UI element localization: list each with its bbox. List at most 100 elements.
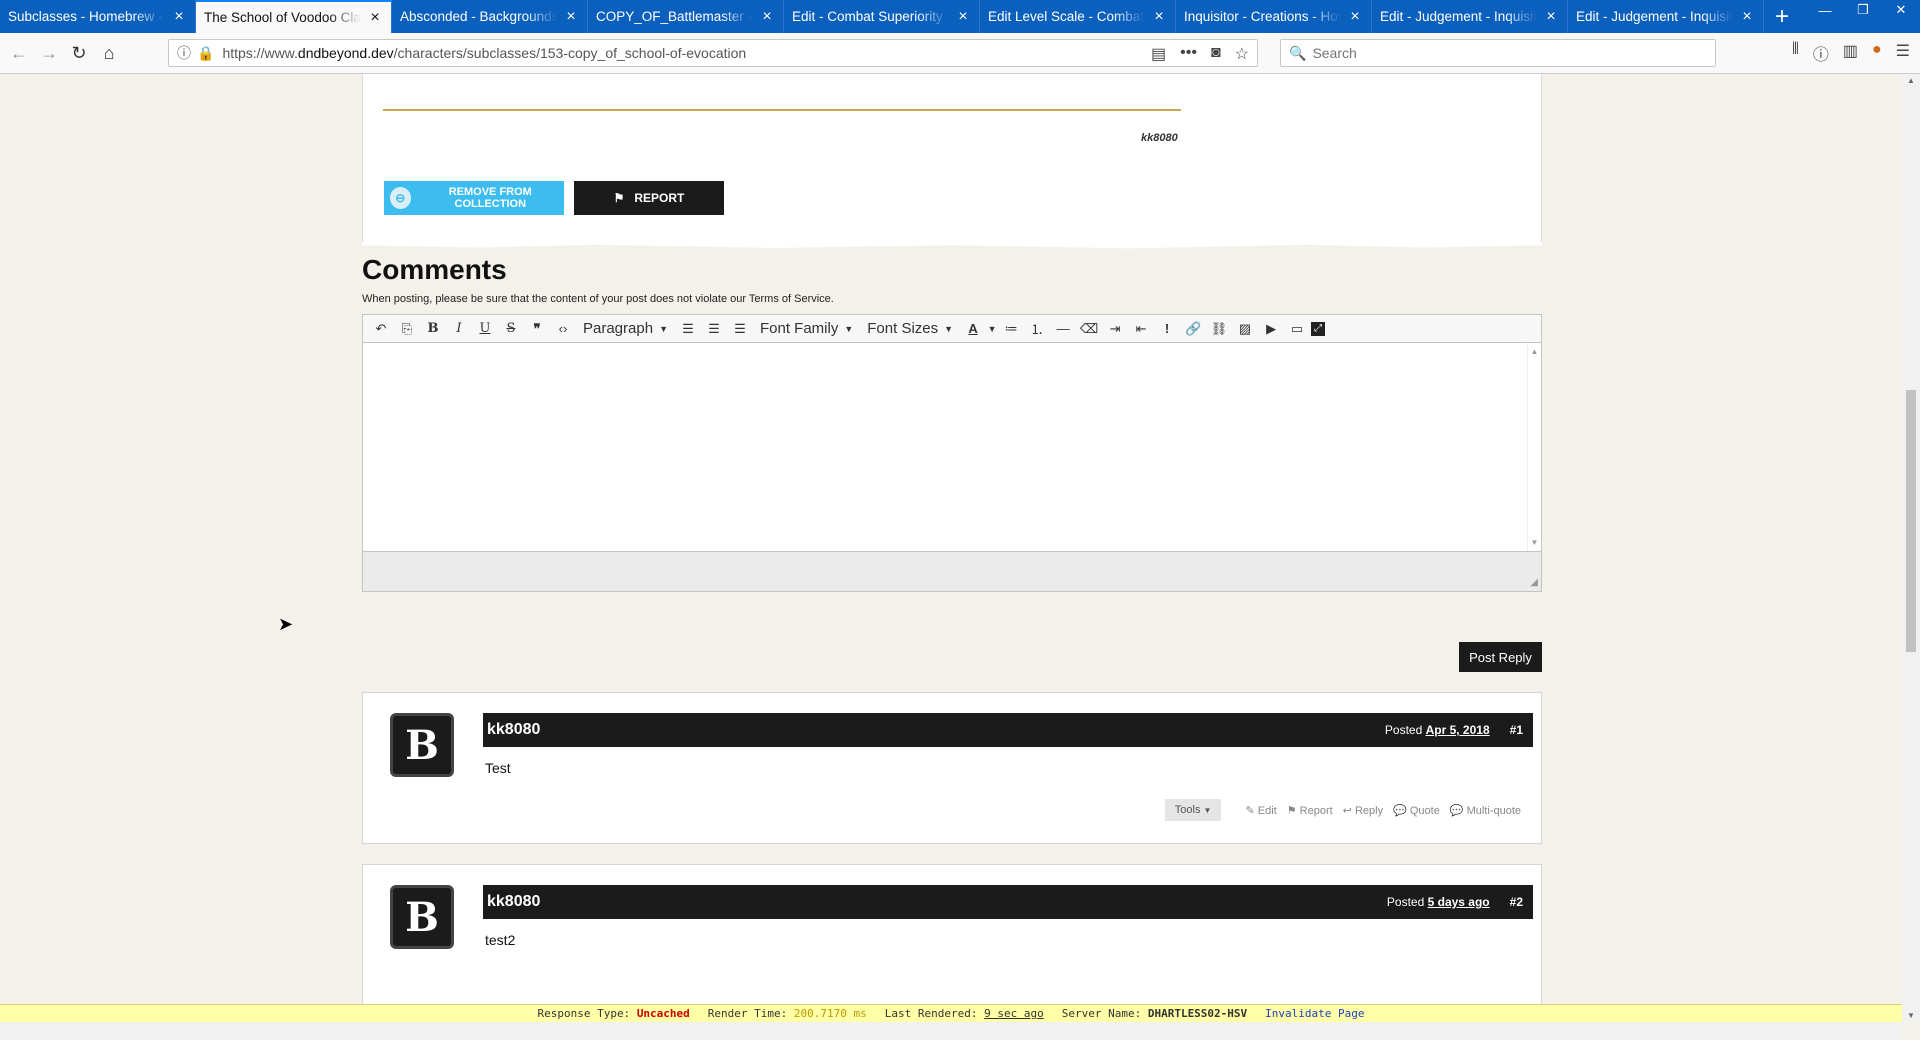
minimize-icon[interactable]: — (1806, 0, 1844, 20)
addon-icon[interactable]: ● (1872, 41, 1882, 65)
close-icon[interactable]: × (367, 9, 383, 27)
browser-tab[interactable]: Edit - Judgement - Inquisitor × (1568, 0, 1764, 33)
bookmark-star-icon[interactable]: ☆ (1235, 44, 1249, 64)
align-center-icon[interactable]: ☰ (702, 317, 726, 341)
info-icon[interactable]: ⓘ (177, 43, 191, 63)
link-icon[interactable]: 🔗 (1181, 317, 1205, 341)
font-family-dropdown[interactable]: Font Family ▼ (754, 317, 859, 341)
font-sizes-dropdown[interactable]: Font Sizes ▼ (861, 317, 959, 341)
source-code-icon[interactable]: ▭ (1285, 317, 1309, 341)
outdent-icon[interactable]: ⇤ (1129, 317, 1153, 341)
scrollbar-thumb[interactable] (1906, 390, 1916, 652)
search-input[interactable] (1312, 45, 1693, 61)
url-bar[interactable]: ⓘ 🔒 https://www. dndbeyond.dev/characters… (168, 39, 1258, 67)
page-scrollbar[interactable]: ▲ ▼ (1902, 74, 1920, 1022)
align-right-icon[interactable]: ☰ (728, 317, 752, 341)
paragraph-dropdown[interactable]: Paragraph ▼ (577, 317, 674, 341)
horizontal-rule-icon[interactable]: — (1051, 317, 1075, 341)
browser-tab[interactable]: Edit Level Scale - Combat Superiority× (980, 0, 1176, 33)
close-window-icon[interactable]: ✕ (1882, 0, 1920, 20)
post-reply-button[interactable]: Post Reply (1459, 642, 1542, 672)
home-icon[interactable]: ⌂ (94, 38, 124, 68)
bold-icon[interactable]: B (421, 317, 445, 341)
comment-date[interactable]: Apr 5, 2018 (1426, 723, 1490, 737)
blockquote-icon[interactable]: ❞ (525, 317, 549, 341)
close-icon[interactable]: × (1543, 8, 1559, 26)
chevron-down-icon: ▼ (944, 323, 954, 334)
new-tab-button[interactable]: + (1764, 0, 1800, 33)
strikethrough-icon[interactable]: S (499, 317, 523, 341)
browser-tab-active[interactable]: The School of Voodoo Class for× (196, 0, 392, 33)
comment-input[interactable] (363, 343, 1541, 551)
video-icon[interactable]: ▶ (1259, 317, 1283, 341)
close-icon[interactable]: × (1739, 8, 1755, 26)
remove-from-collection-button[interactable]: ⊖ REMOVE FROM COLLECTION (384, 181, 564, 215)
browser-tab[interactable]: COPY_OF_Battlemaster - Creations× (588, 0, 784, 33)
scroll-down-icon[interactable]: ▼ (1902, 1011, 1920, 1020)
search-bar[interactable]: 🔍 (1280, 39, 1716, 67)
multiquote-action[interactable]: 💬 Multi-quote (1450, 804, 1521, 817)
image-icon[interactable]: ▨ (1233, 317, 1257, 341)
reader-view-icon[interactable]: ▤ (1151, 44, 1166, 64)
close-icon[interactable]: × (1151, 8, 1167, 26)
paste-icon[interactable]: ⎘ (395, 317, 419, 341)
editor-scrollbar[interactable]: ▲ ▼ (1527, 343, 1541, 551)
resize-handle-icon[interactable]: ◢ (1530, 577, 1538, 588)
quote-action[interactable]: 💬 Quote (1393, 804, 1440, 817)
underline-icon[interactable]: U (473, 317, 497, 341)
code-icon[interactable]: ‹› (551, 317, 575, 341)
bullet-list-icon[interactable]: ≔ (999, 317, 1023, 341)
browser-tab[interactable]: Edit - Judgement - Inquisitor × (1372, 0, 1568, 33)
close-icon[interactable]: × (563, 8, 579, 26)
align-left-icon[interactable]: ☰ (676, 317, 700, 341)
collection-icon: ⊖ (390, 187, 411, 209)
avatar[interactable]: B (390, 713, 454, 777)
sidebar-icon[interactable]: ▥ (1843, 41, 1858, 65)
invalidate-page-link[interactable]: Invalidate Page (1265, 1007, 1364, 1020)
library-icon[interactable]: ⫴ (1792, 41, 1799, 65)
spoiler-icon[interactable]: ! (1155, 317, 1179, 341)
reply-icon: ↩ (1342, 804, 1352, 817)
comment-body: test2 (485, 932, 516, 948)
comment-author[interactable]: kk8080 (487, 893, 1387, 911)
close-icon[interactable]: × (955, 8, 971, 26)
horizontal-scrollbar[interactable] (0, 1022, 1902, 1040)
chevron-down-icon[interactable]: ▼ (987, 317, 997, 341)
comment-date[interactable]: 5 days ago (1428, 895, 1490, 909)
reload-icon[interactable]: ↻ (64, 38, 94, 68)
browser-tab[interactable]: Edit - Combat Superiority - Class× (784, 0, 980, 33)
report-button[interactable]: ⚑ REPORT (574, 181, 724, 215)
scroll-up-icon[interactable]: ▲ (1902, 76, 1920, 85)
indent-icon[interactable]: ⇥ (1103, 317, 1127, 341)
more-actions-icon[interactable]: ••• (1180, 44, 1197, 64)
speech-bubble-icon: 💬 (1393, 804, 1407, 817)
close-icon[interactable]: × (759, 8, 775, 26)
comment-permalink[interactable]: #2 (1510, 895, 1523, 909)
browser-tab[interactable]: Absconded - Backgrounds - D&D× (392, 0, 588, 33)
restore-icon[interactable]: ❐ (1844, 0, 1882, 20)
undo-icon[interactable]: ↶ (369, 317, 393, 341)
text-color-icon[interactable]: A (961, 317, 985, 341)
avatar[interactable]: B (390, 885, 454, 949)
close-icon[interactable]: × (171, 8, 187, 26)
clear-format-icon[interactable]: ⌫ (1077, 317, 1101, 341)
extension-icon[interactable]: ⓘ (1813, 41, 1829, 65)
report-action[interactable]: ⚑ Report (1287, 804, 1333, 817)
back-icon[interactable]: ← (4, 38, 34, 68)
browser-tab[interactable]: Subclasses - Homebrew - D&D Beyond× (0, 0, 196, 33)
numbered-list-icon[interactable]: ⒈ (1025, 317, 1049, 341)
reply-action[interactable]: ↩ Reply (1343, 804, 1383, 817)
comment-permalink[interactable]: #1 (1510, 723, 1523, 737)
comment-author[interactable]: kk8080 (487, 721, 1385, 739)
fullscreen-icon[interactable]: ⤢ (1311, 321, 1326, 336)
pocket-icon[interactable]: ◙ (1211, 44, 1221, 64)
unlink-icon[interactable]: ⛓ (1207, 317, 1231, 341)
tools-dropdown[interactable]: Tools ▼ (1164, 799, 1222, 821)
edit-action[interactable]: ✎ Edit (1245, 804, 1276, 817)
italic-icon[interactable]: I (447, 317, 471, 341)
browser-tab[interactable]: Inquisitor - Creations - Homebrew× (1176, 0, 1372, 33)
menu-icon[interactable]: ☰ (1896, 41, 1910, 65)
forward-icon[interactable]: → (34, 38, 64, 68)
comment-header: kk8080 Posted 5 days ago #2 (483, 885, 1533, 919)
close-icon[interactable]: × (1347, 8, 1363, 26)
